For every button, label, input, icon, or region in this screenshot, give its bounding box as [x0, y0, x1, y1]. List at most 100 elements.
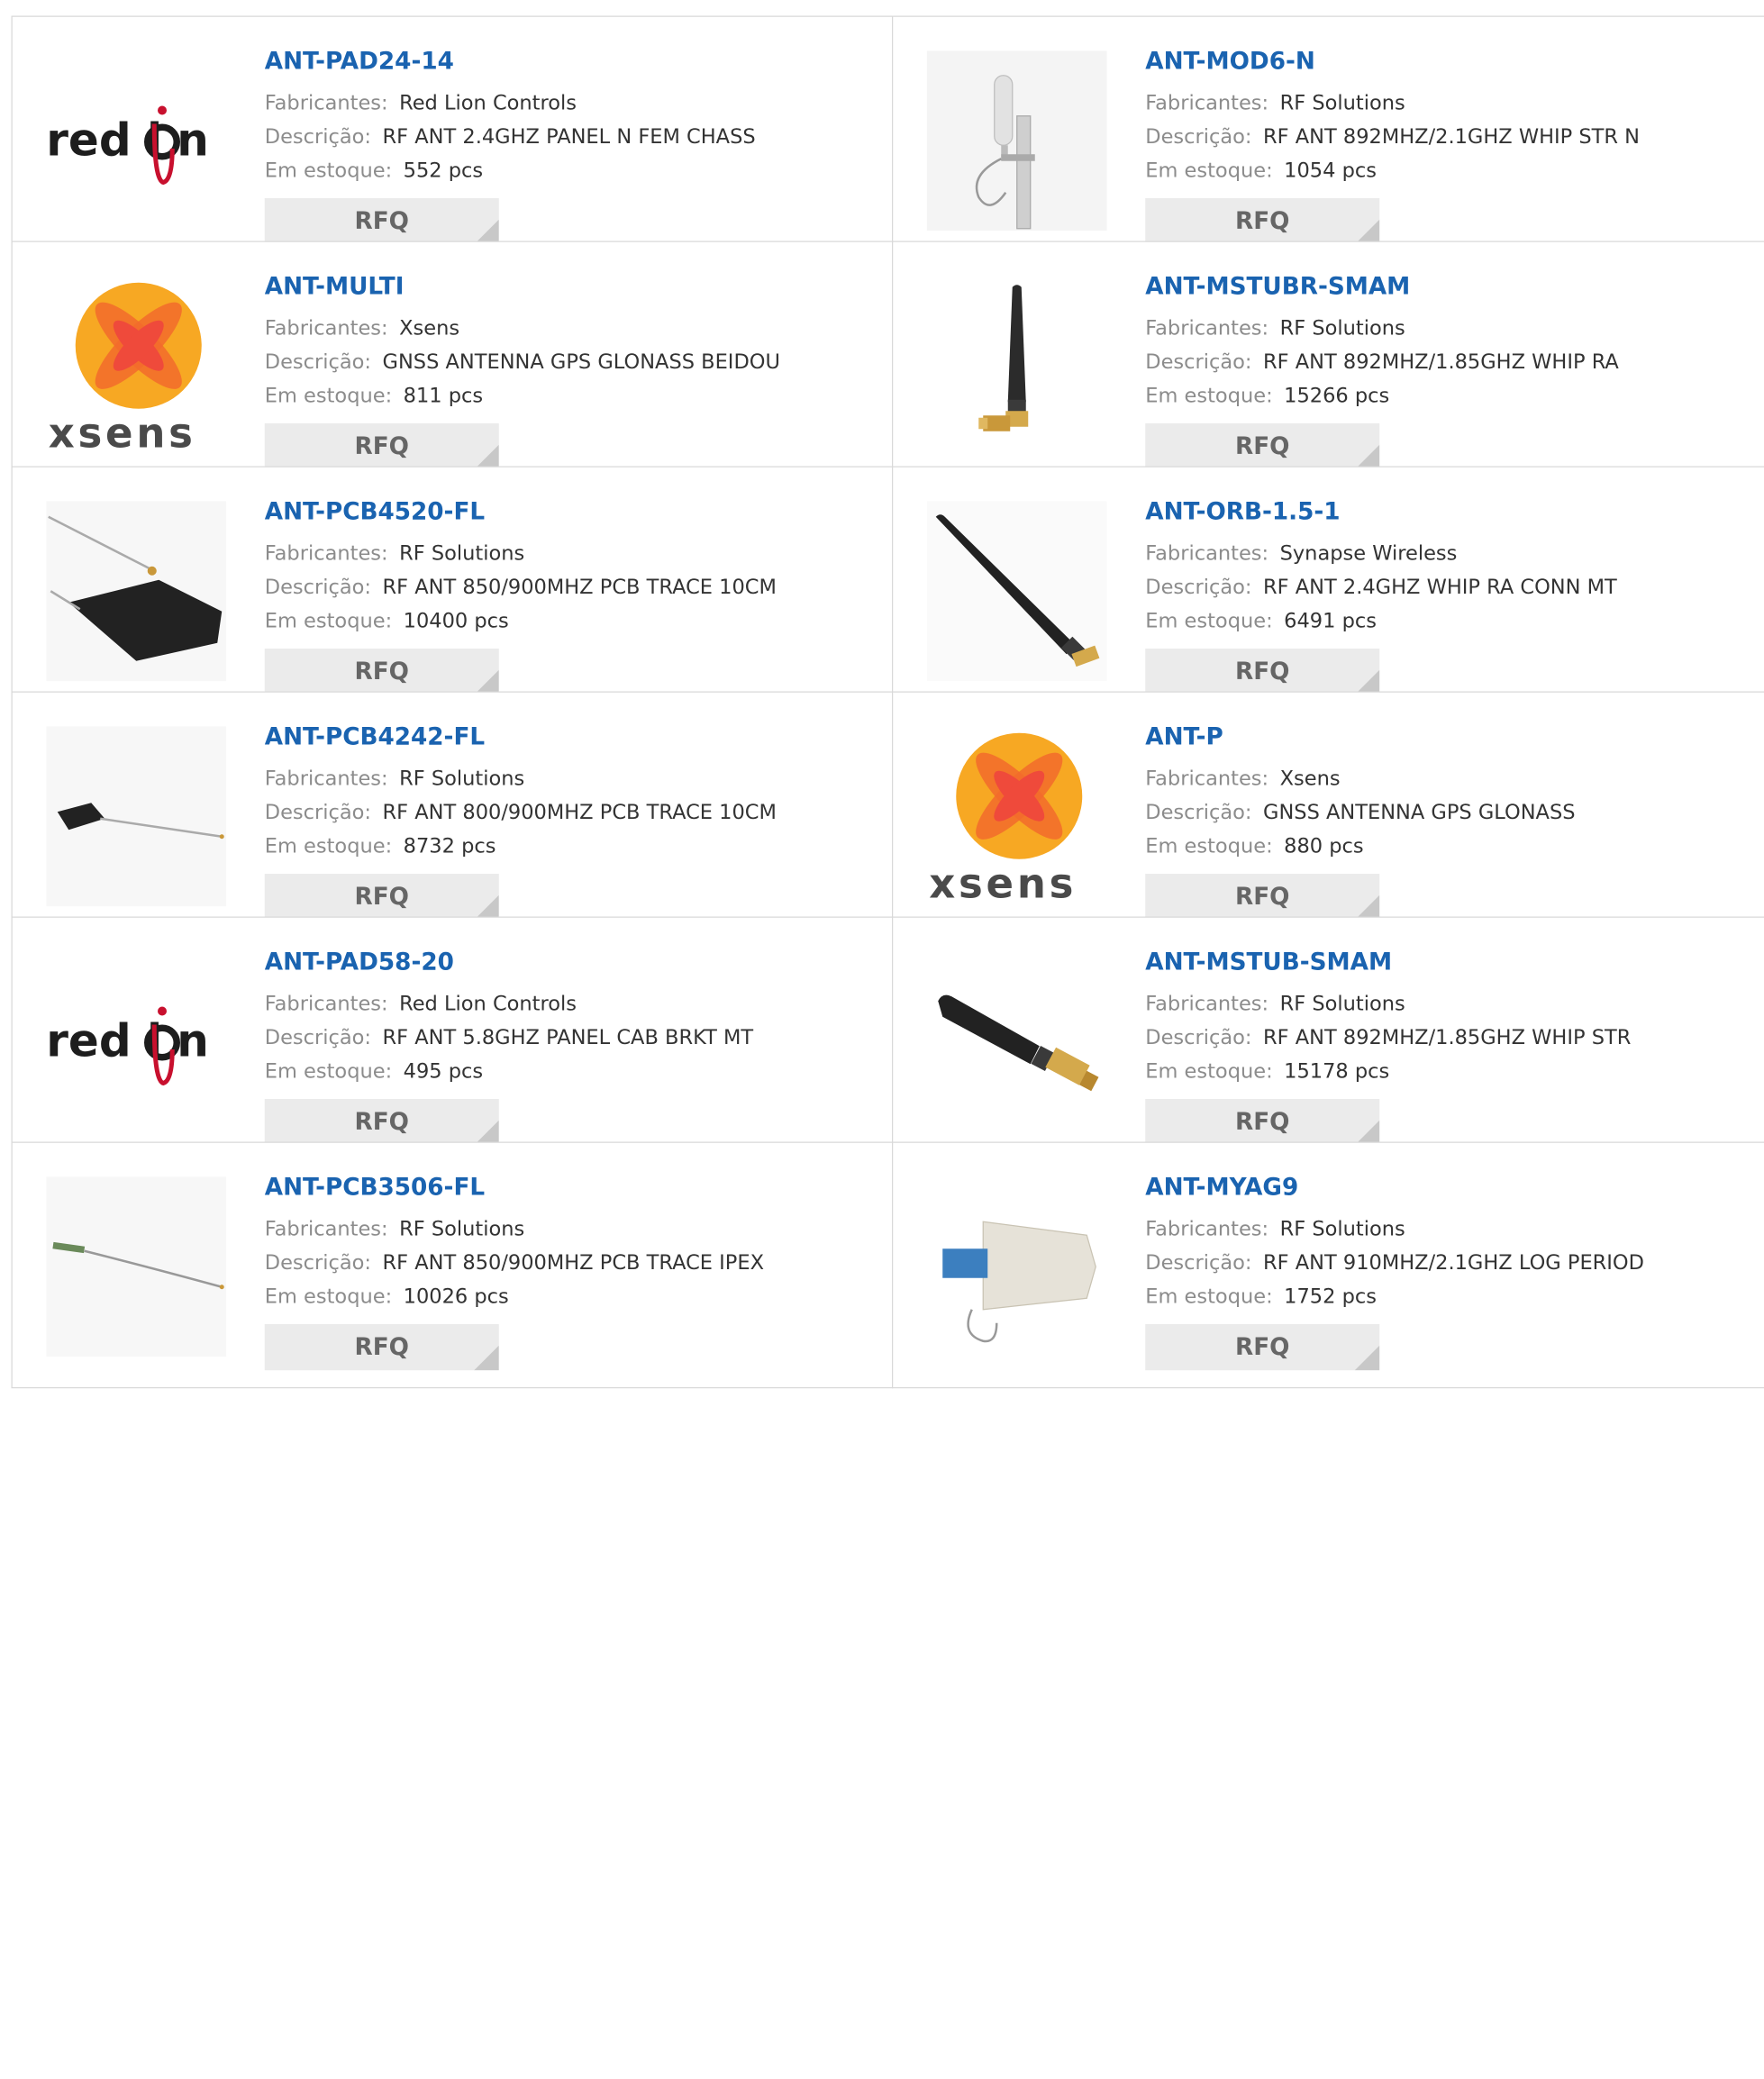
stock-label: Em estoque:: [265, 609, 392, 632]
stock-value: 8732 pcs: [404, 834, 496, 858]
xsens-logo-icon[interactable]: xsens: [927, 726, 1107, 906]
description-value: RF ANT 892MHZ/2.1GHZ WHIP STR N: [1263, 125, 1640, 149]
product-row: ANT-PCB4242-FL Fabricantes:RF Solutions …: [12, 692, 1764, 940]
red-lion-logo-icon[interactable]: red l n: [46, 951, 226, 1131]
pole-mount-antenna-icon[interactable]: [927, 50, 1107, 231]
corner-triangle-icon: [1355, 1346, 1380, 1371]
rfq-button[interactable]: RFQ: [1145, 423, 1379, 469]
manufacturer-value: Red Lion Controls: [399, 992, 577, 1015]
description-line: Descrição: RF ANT 800/900MHZ PCB TRACE 10…: [265, 796, 873, 831]
product-card: ANT-PCB3506-FL Fabricantes:RF Solutions …: [12, 1142, 894, 1389]
rfq-button[interactable]: RFQ: [1145, 198, 1379, 244]
manufacturer-label: Fabricantes:: [265, 1217, 388, 1240]
product-info: ANT-P Fabricantes:Xsens Descrição:GNSS A…: [1145, 722, 1753, 864]
manufacturer-line: Fabricantes:Xsens: [265, 312, 873, 346]
part-number-link[interactable]: ANT-PCB3506-FL: [265, 1172, 873, 1202]
rfq-button[interactable]: RFQ: [265, 1099, 499, 1145]
part-number-link[interactable]: ANT-PAD24-14: [265, 46, 873, 76]
stub-antenna-straight-icon[interactable]: [927, 951, 1107, 1131]
part-number-link[interactable]: ANT-MOD6-N: [1145, 46, 1753, 76]
description-line: Descrição:RF ANT 850/900MHZ PCB TRACE 10…: [265, 571, 873, 605]
product-row: red l n ANT-PAD58-20 Fabricantes:Red Lio…: [12, 917, 1764, 1165]
manufacturer-label: Fabricantes:: [265, 767, 388, 790]
rfq-button[interactable]: RFQ: [265, 874, 499, 920]
product-card: red l n ANT-PAD58-20 Fabricantes:Red Lio…: [12, 917, 894, 1164]
rfq-label: RFQ: [1235, 1333, 1289, 1360]
description-line: Descrição:RF ANT 2.4GHZ WHIP RA CONN MT: [1145, 571, 1753, 605]
pcb-antenna-small-icon[interactable]: [46, 726, 226, 906]
part-number-link[interactable]: ANT-MSTUB-SMAM: [1145, 947, 1753, 976]
part-number-link[interactable]: ANT-MSTUBR-SMAM: [1145, 271, 1753, 301]
part-number-link[interactable]: ANT-MULTI: [265, 271, 873, 301]
product-info: ANT-PAD24-14 Fabricantes:Red Lion Contro…: [265, 46, 873, 188]
rfq-button[interactable]: RFQ: [265, 649, 499, 695]
description-value: RF ANT 800/900MHZ PCB TRACE 10CM: [383, 801, 777, 824]
description-line: Descrição:RF ANT 850/900MHZ PCB TRACE IP…: [265, 1247, 873, 1281]
description-label: Descrição:: [1145, 801, 1251, 824]
description-line: Descrição:RF ANT 910MHZ/2.1GHZ LOG PERIO…: [1145, 1247, 1753, 1281]
rfq-label: RFQ: [1235, 207, 1289, 234]
manufacturer-line: Fabricantes:RF Solutions: [265, 762, 873, 796]
pcb-antenna-black-icon[interactable]: [46, 501, 226, 681]
part-number-link[interactable]: ANT-PAD58-20: [265, 947, 873, 976]
stock-value: 1752 pcs: [1284, 1285, 1377, 1308]
stock-value: 15178 pcs: [1284, 1059, 1389, 1083]
description-label: Descrição:: [1145, 1026, 1251, 1049]
manufacturer-value: Synapse Wireless: [1280, 541, 1458, 565]
part-number-link[interactable]: ANT-P: [1145, 722, 1753, 751]
product-card: ANT-MSTUB-SMAM Fabricantes:RF Solutions …: [892, 917, 1764, 1164]
product-card: ANT-PCB4242-FL Fabricantes:RF Solutions …: [12, 692, 894, 939]
rfq-label: RFQ: [355, 207, 409, 234]
product-row: red l n ANT-PAD24-14 Fabricantes:Red Lio…: [12, 16, 1764, 264]
description-label: Descrição:: [1145, 350, 1251, 374]
stock-value: 1054 pcs: [1284, 159, 1377, 182]
log-periodic-antenna-icon[interactable]: [927, 1176, 1107, 1357]
part-number-link[interactable]: ANT-PCB4242-FL: [265, 722, 873, 751]
rfq-button[interactable]: RFQ: [265, 423, 499, 469]
description-line: Descrição:GNSS ANTENNA GPS GLONASS BEIDO…: [265, 346, 873, 380]
corner-triangle-icon: [474, 1346, 499, 1371]
manufacturer-value: RF Solutions: [399, 1217, 524, 1240]
stock-label: Em estoque:: [265, 384, 392, 407]
rfq-button[interactable]: RFQ: [1145, 874, 1379, 920]
product-info: ANT-PCB3506-FL Fabricantes:RF Solutions …: [265, 1172, 873, 1314]
rfq-button[interactable]: RFQ: [1145, 649, 1379, 695]
part-number-link[interactable]: ANT-ORB-1.5-1: [1145, 496, 1753, 526]
stock-label: Em estoque:: [1145, 1285, 1272, 1308]
xsens-logo-icon[interactable]: xsens: [46, 276, 226, 456]
description-label: Descrição:: [1145, 1251, 1251, 1275]
description-label: Descrição:: [265, 350, 371, 374]
product-info: ANT-PCB4520-FL Fabricantes:RF Solutions …: [265, 496, 873, 639]
manufacturer-label: Fabricantes:: [1145, 1217, 1268, 1240]
red-lion-logo-icon[interactable]: red l n: [46, 50, 226, 231]
pcb-trace-wire-icon[interactable]: [46, 1176, 226, 1357]
stock-value: 15266 pcs: [1284, 384, 1389, 407]
manufacturer-line: Fabricantes: RF Solutions: [265, 1212, 873, 1247]
stock-label: Em estoque:: [1145, 609, 1272, 632]
stock-label: Em estoque:: [265, 159, 392, 182]
description-value: RF ANT 850/900MHZ PCB TRACE 10CM: [383, 576, 777, 599]
manufacturer-label: Fabricantes:: [1145, 91, 1268, 114]
part-number-link[interactable]: ANT-MYAG9: [1145, 1172, 1753, 1202]
rfq-button[interactable]: RFQ: [265, 1324, 499, 1370]
rfq-button[interactable]: RFQ: [265, 198, 499, 244]
product-card: ANT-MSTUBR-SMAM Fabricantes:RF Solutions…: [892, 241, 1764, 488]
description-line: Descrição:RF ANT 5.8GHZ PANEL CAB BRKT M…: [265, 1021, 873, 1056]
stock-line: Em estoque: 6491 pcs: [1145, 604, 1753, 639]
description-value: GNSS ANTENNA GPS GLONASS: [1263, 801, 1575, 824]
manufacturer-value: RF Solutions: [1280, 992, 1405, 1015]
stock-value: 6491 pcs: [1284, 609, 1377, 632]
stub-antenna-right-angle-icon[interactable]: [927, 276, 1107, 456]
rfq-button[interactable]: RFQ: [1145, 1099, 1379, 1145]
stock-line: Em estoque:15178 pcs: [1145, 1055, 1753, 1089]
product-card: ANT-ORB-1.5-1 Fabricantes:Synapse Wirele…: [892, 467, 1764, 713]
rfq-button[interactable]: RFQ: [1145, 1324, 1379, 1370]
description-label: Descrição:: [1145, 576, 1251, 599]
stock-line: Em estoque:10026 pcs: [265, 1280, 873, 1314]
description-value: RF ANT 2.4GHZ PANEL N FEM CHASS: [383, 125, 756, 149]
description-label: Descrição:: [265, 801, 371, 824]
product-row: ANT-PCB4520-FL Fabricantes:RF Solutions …: [12, 467, 1764, 714]
stock-value: 811 pcs: [404, 384, 483, 407]
part-number-link[interactable]: ANT-PCB4520-FL: [265, 496, 873, 526]
whip-antenna-icon[interactable]: [927, 501, 1107, 681]
